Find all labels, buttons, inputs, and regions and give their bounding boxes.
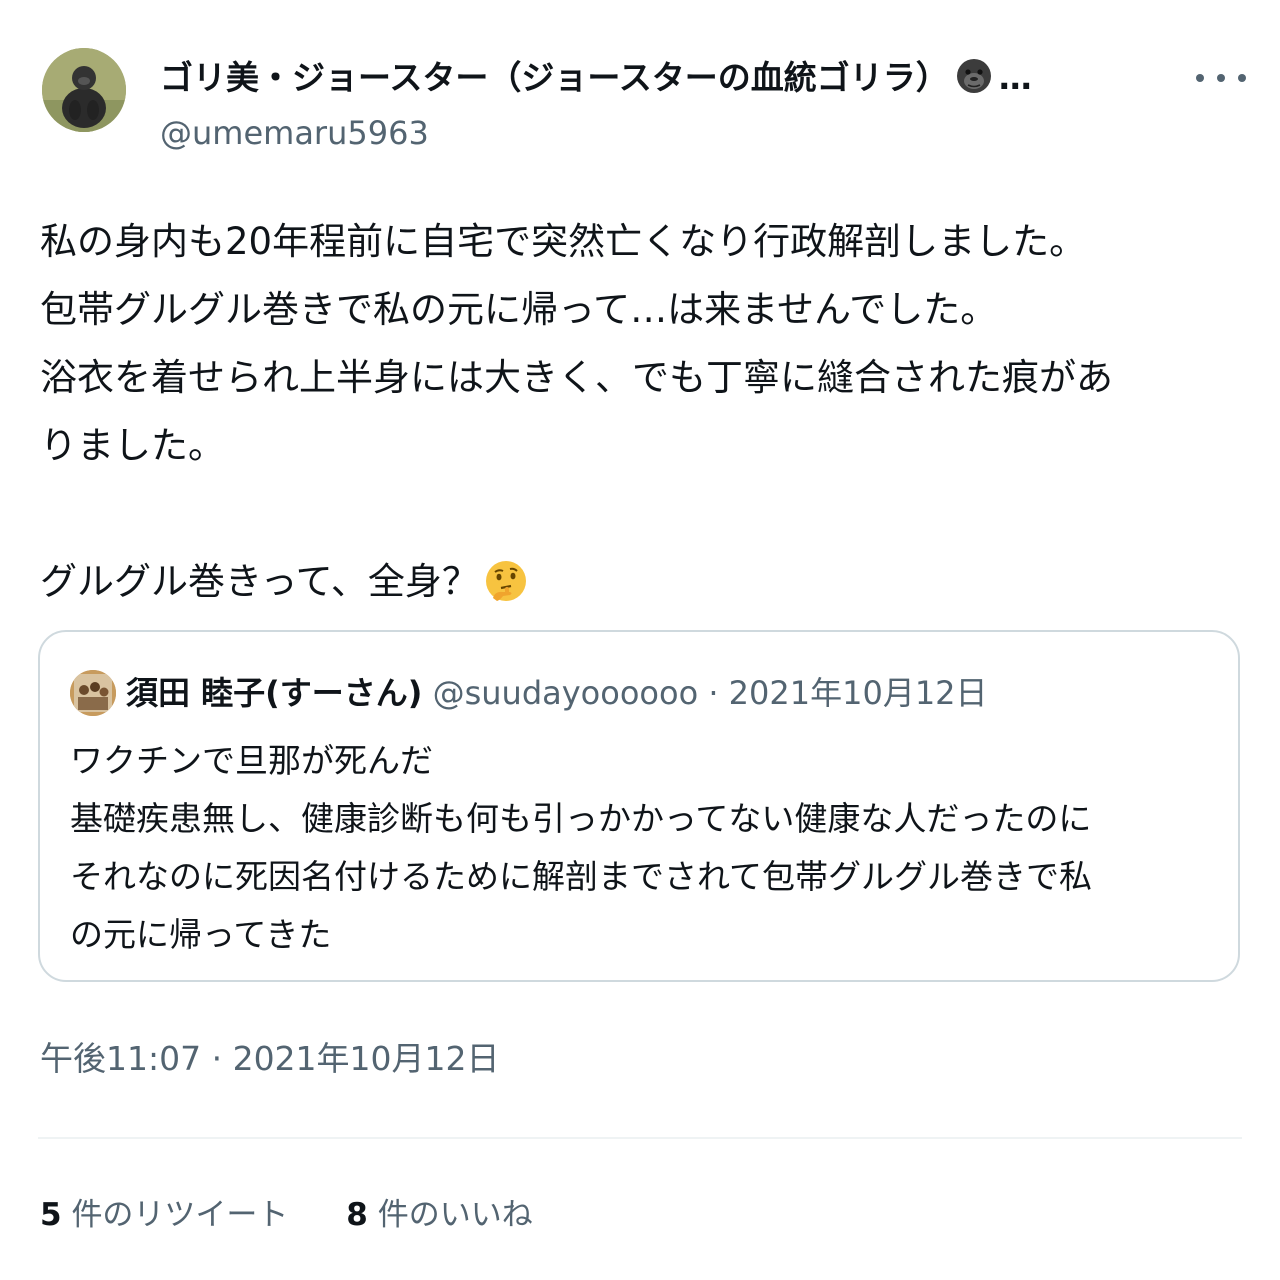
quoted-author-handle: @suudayoooooo <box>432 674 699 712</box>
thinking-face-emoji-icon <box>483 558 529 626</box>
author-name-text: ゴリ美・ジョースター（ジョースターの血統ゴリラ） <box>160 58 949 97</box>
author-display-name[interactable]: ゴリ美・ジョースター（ジョースターの血統ゴリラ） … <box>160 50 1140 112</box>
tweet-line: りました。 <box>40 424 225 467</box>
tweet-line: 私の身内も20年程前に自宅で突然亡くなり行政解剖しました。 <box>40 220 1087 263</box>
author-username[interactable]: @umemaru5963 <box>160 108 429 158</box>
quote-line: ワクチンで旦那が死んだ <box>70 741 433 780</box>
quote-line: それなのに死因名付けるために解剖までされて包帯グルグル巻きで私 <box>70 857 1093 896</box>
quoted-author-name: 須田 睦子(すーさん) <box>126 674 423 712</box>
family-photo-avatar-icon <box>70 670 116 716</box>
more-dot-icon <box>1196 74 1204 82</box>
retweets-stat[interactable]: 5 件のリツイート <box>40 1190 288 1240</box>
engagement-stats: 5 件のリツイート 8 件のいいね <box>40 1190 581 1240</box>
quoted-author-avatar <box>70 670 116 716</box>
gorilla-avatar-icon <box>42 48 126 132</box>
tweet-line-last: グルグル巻きって、全身？ <box>40 548 1250 626</box>
tweet-line: 浴衣を着せられ上半身には大きく、でも丁寧に縫合された痕があ <box>40 356 1113 399</box>
more-dot-icon <box>1217 74 1225 82</box>
header-separator: · <box>708 674 719 712</box>
likes-stat[interactable]: 8 件のいいね <box>346 1190 532 1240</box>
quote-line: の元に帰ってきた <box>70 915 332 954</box>
retweets-label: 件のリツイート <box>71 1197 289 1233</box>
author-avatar[interactable] <box>42 48 126 132</box>
tweet-line <box>40 480 1250 548</box>
more-dot-icon <box>1238 74 1246 82</box>
likes-label: 件のいいね <box>377 1197 533 1233</box>
name-truncation: … <box>998 58 1032 97</box>
quote-line: 基礎疾患無し、健康診断も何も引っかかってない健康な人だったのに <box>70 799 1092 838</box>
quoted-tweet-date: 2021年10月12日 <box>728 674 988 712</box>
quoted-tweet-text: ワクチンで旦那が死んだ 基礎疾患無し、健康診断も何も引っかかってない健康な人だっ… <box>70 732 1230 964</box>
quoted-tweet-card[interactable]: 須田 睦子(すーさん) @suudayoooooo · 2021年10月12日 … <box>38 630 1240 982</box>
likes-count: 8 <box>346 1197 368 1233</box>
quoted-tweet-header: 須田 睦子(すーさん) @suudayoooooo · 2021年10月12日 <box>126 668 988 718</box>
divider <box>38 1137 1242 1139</box>
tweet-text: 私の身内も20年程前に自宅で突然亡くなり行政解剖しました。 包帯グルグル巻きで私… <box>40 208 1250 626</box>
more-options-button[interactable] <box>1196 58 1246 98</box>
retweets-count: 5 <box>40 1197 62 1233</box>
tweet-timestamp[interactable]: 午後11:07 · 2021年10月12日 <box>40 1034 500 1084</box>
gorilla-emoji-icon <box>955 56 993 112</box>
tweet-line: 包帯グルグル巻きで私の元に帰って…は来ませんでした。 <box>40 288 998 331</box>
tweet-line: グルグル巻きって、全身？ <box>40 560 479 603</box>
